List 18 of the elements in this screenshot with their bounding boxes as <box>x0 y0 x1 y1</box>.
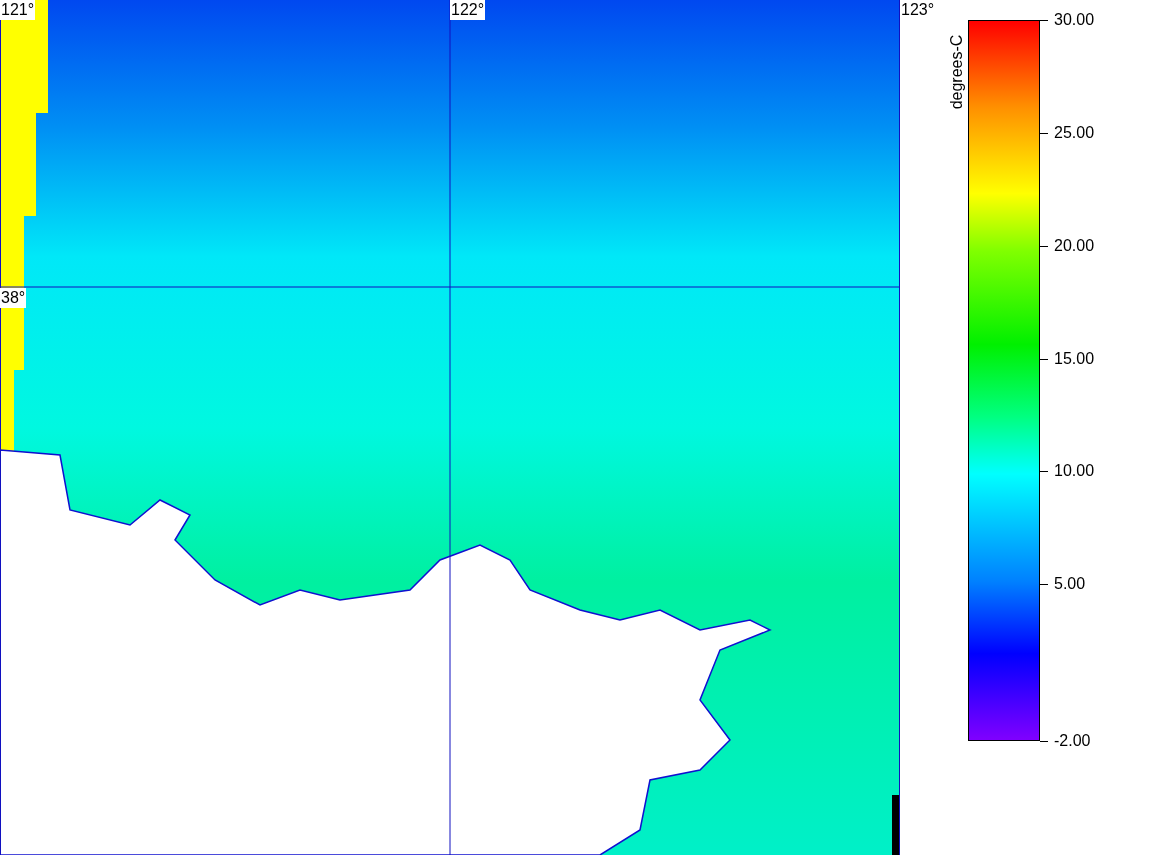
latitude-label: 38° <box>0 288 27 308</box>
tick-mark <box>1040 740 1048 742</box>
tick-label: 30.00 <box>1054 10 1095 30</box>
tick-label: 20.00 <box>1054 236 1095 256</box>
tick-label: -2.00 <box>1054 731 1091 751</box>
tick-mark <box>1040 583 1048 585</box>
tick-label: 5.00 <box>1054 574 1086 594</box>
tick-mark <box>1040 358 1048 360</box>
unit-label: degrees-C <box>947 33 966 112</box>
tick-label: 10.00 <box>1054 461 1095 481</box>
longitude-label: 122° <box>450 0 486 20</box>
tick-mark <box>1040 19 1048 21</box>
longitude-label: 121° <box>0 0 36 20</box>
tick-mark <box>1040 132 1048 134</box>
tick-mark <box>1040 470 1048 472</box>
tick-mark <box>1040 245 1048 247</box>
tick-label: 25.00 <box>1054 123 1095 143</box>
tick-label: 15.00 <box>1054 349 1095 369</box>
